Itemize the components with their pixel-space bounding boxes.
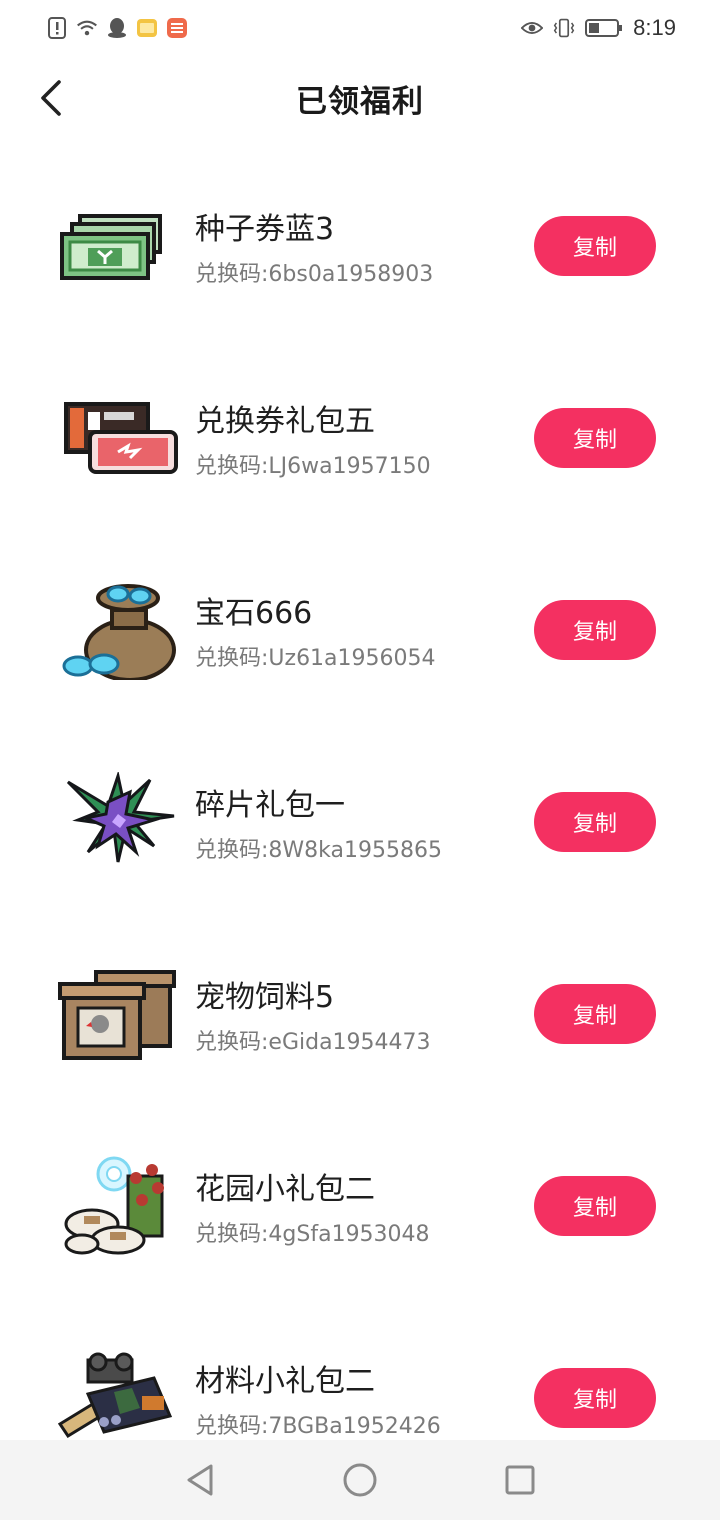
app-badge-icon <box>166 17 188 39</box>
ticket-pack-icon <box>58 388 178 488</box>
back-triangle-icon <box>187 1464 213 1496</box>
redeem-code: 兑换码:LJ6wa1957150 <box>195 454 431 479</box>
status-bar: 8:19 <box>0 0 720 56</box>
top-bar: 已领福利 <box>0 56 720 140</box>
vibrate-icon <box>553 17 575 39</box>
list-item: 花园小礼包二 兑换码:4gSfa1953048 复制 <box>0 1140 720 1332</box>
material-pack-icon <box>57 1348 178 1448</box>
alert-icon <box>46 17 68 39</box>
redeem-code: 兑换码:Uz61a1956054 <box>195 646 436 671</box>
seed-voucher-icon <box>58 196 178 296</box>
page-title: 已领福利 <box>296 84 424 120</box>
benefit-list: 种子券蓝3 兑换码:6bs0a1958903 复制 兑换券礼包五 兑换码:LJ6… <box>0 180 720 1524</box>
eye-icon <box>521 17 544 39</box>
nav-recent-button[interactable] <box>440 1440 600 1520</box>
redeem-code: 兑换码:4gSfa1953048 <box>195 1222 430 1247</box>
system-nav-bar <box>0 1440 720 1520</box>
item-name: 宝石666 <box>195 596 313 631</box>
qq-icon <box>106 17 128 39</box>
redeem-code: 兑换码:7BGBa1952426 <box>195 1414 441 1439</box>
item-name: 碎片礼包一 <box>195 788 345 823</box>
item-name: 种子券蓝3 <box>195 212 335 247</box>
list-item: 碎片礼包一 兑换码:8W8ka1955865 复制 <box>0 756 720 948</box>
garden-pack-icon <box>58 1156 178 1256</box>
pet-food-icon <box>58 964 178 1064</box>
shard-pack-icon <box>58 770 178 872</box>
copy-button[interactable]: 复制 <box>534 408 656 468</box>
copy-button[interactable]: 复制 <box>534 1368 656 1428</box>
status-left-icons <box>46 17 188 39</box>
redeem-code: 兑换码:8W8ka1955865 <box>195 838 442 863</box>
nav-home-button[interactable] <box>280 1440 440 1520</box>
item-name: 宠物饲料5 <box>195 980 335 1015</box>
nav-back-button[interactable] <box>120 1440 280 1520</box>
copy-button[interactable]: 复制 <box>534 984 656 1044</box>
list-item: 宠物饲料5 兑换码:eGida1954473 复制 <box>0 948 720 1140</box>
recent-square-icon <box>505 1465 535 1495</box>
list-item: 种子券蓝3 兑换码:6bs0a1958903 复制 <box>0 180 720 372</box>
home-circle-icon <box>343 1463 377 1497</box>
status-right-icons: 8:19 <box>521 15 676 41</box>
battery-icon <box>585 17 623 39</box>
copy-button[interactable]: 复制 <box>534 600 656 660</box>
item-name: 兑换券礼包五 <box>195 404 375 439</box>
copy-button[interactable]: 复制 <box>534 216 656 276</box>
folder-app-icon <box>136 17 158 39</box>
list-item: 宝石666 兑换码:Uz61a1956054 复制 <box>0 564 720 756</box>
redeem-code: 兑换码:eGida1954473 <box>195 1030 431 1055</box>
item-name: 花园小礼包二 <box>195 1172 375 1207</box>
gem-bag-icon <box>58 580 178 682</box>
copy-button[interactable]: 复制 <box>534 1176 656 1236</box>
status-time: 8:19 <box>633 15 676 40</box>
redeem-code: 兑换码:6bs0a1958903 <box>195 262 434 287</box>
wifi-icon <box>76 17 98 39</box>
item-name: 材料小礼包二 <box>195 1364 375 1399</box>
list-item: 兑换券礼包五 兑换码:LJ6wa1957150 复制 <box>0 372 720 564</box>
copy-button[interactable]: 复制 <box>534 792 656 852</box>
